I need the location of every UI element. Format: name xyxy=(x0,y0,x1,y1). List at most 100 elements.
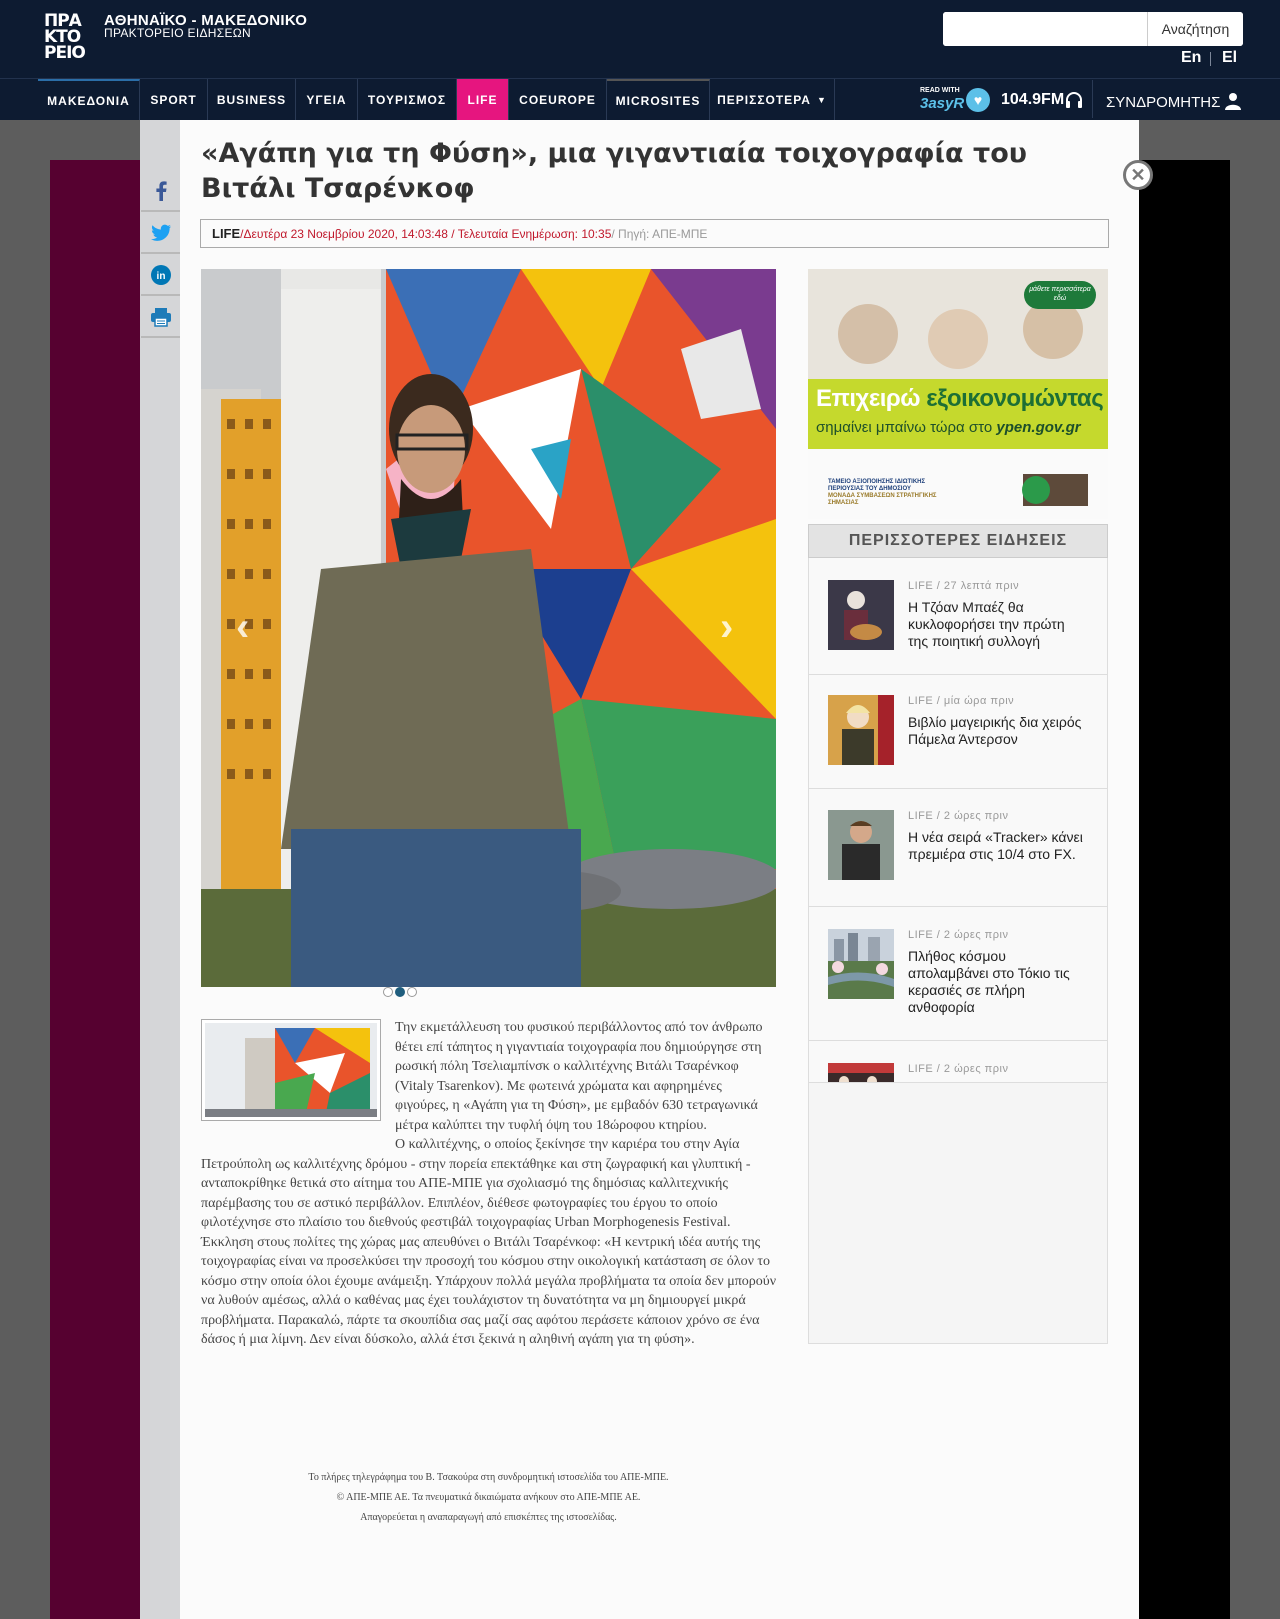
carousel-dot[interactable] xyxy=(407,987,417,997)
news-meta: LIFE / μία ώρα πριν xyxy=(908,695,1015,707)
news-thumbnail xyxy=(828,810,894,880)
carousel-dot[interactable] xyxy=(383,987,393,997)
nav-item-business[interactable]: BUSINESS xyxy=(208,79,296,120)
lang-en-link[interactable]: En xyxy=(1181,49,1201,67)
logo-line-3: ΡΕΙΟ xyxy=(44,43,86,63)
share-column xyxy=(140,120,180,1619)
more-news-list: LIFE / 27 λεπτά πριν Η Τζόαν Μπαέζ θα κυ… xyxy=(809,558,1107,1083)
ad-badge: μάθετε περισσότερα εδώ xyxy=(1029,286,1091,302)
print-button[interactable] xyxy=(141,298,180,338)
article-photo-carousel[interactable] xyxy=(201,269,776,987)
site-logo[interactable]: ΠΡΑ ΚΤΟ ΡΕΙΟ xyxy=(44,13,92,65)
article-body: Την εκμετάλλευση του φυσικού περιβάλλοντ… xyxy=(201,1018,779,1350)
left-skin-panel xyxy=(50,160,140,1619)
search-input[interactable] xyxy=(943,12,1148,46)
article-meta: LIFE /Δευτέρα 23 Νοεμβρίου 2020, 14:03:4… xyxy=(200,219,1109,248)
news-item[interactable]: LIFE / μία ώρα πριν Βιβλίο μαγειρικής δι… xyxy=(809,675,1107,789)
news-image-tokyo xyxy=(828,929,894,999)
nav-label: COEUROPE xyxy=(519,92,596,107)
site-header: ΠΡΑ ΚΤΟ ΡΕΙΟ ΑΘΗΝΑΪΚΟ - ΜΑΚΕΔΟΝΙΚΟ ΠΡΑΚΤ… xyxy=(0,0,1280,78)
facebook-icon xyxy=(155,181,167,201)
news-title[interactable]: Η νέα σειρά «Tracker» κάνει πρεμιέρα στι… xyxy=(908,829,1088,863)
nav-item-sport[interactable]: SPORT xyxy=(140,79,208,120)
article-source: / Πηγή: ΑΠΕ-ΜΠΕ xyxy=(611,226,708,241)
search-button[interactable]: Αναζήτηση xyxy=(1148,12,1243,46)
ad-fund-line: ΤΑΜΕΙΟ ΑΞΙΟΠΟΙΗΣΗΣ ΙΔΙΩΤΙΚΗΣ xyxy=(828,479,926,485)
share-twitter-button[interactable] xyxy=(141,214,180,254)
news-thumbnail xyxy=(828,1063,894,1082)
news-title[interactable]: Η Τζόαν Μπαέζ θα κυκλοφορήσει την πρώτη … xyxy=(908,599,1088,650)
article-paragraph-2: Ο καλλιτέχνης, ο οποίος ξεκίνησε την καρ… xyxy=(201,1137,751,1230)
ad-headline: Επιχειρώ εξοικονομώντας xyxy=(816,385,1104,413)
share-linkedin-button[interactable]: in xyxy=(141,256,180,296)
twitter-icon xyxy=(150,224,171,241)
float-spacer xyxy=(201,1018,395,1136)
nav-item-ygeia[interactable]: ΥΓΕΙΑ xyxy=(296,79,358,120)
nav-label: BUSINESS xyxy=(216,92,287,107)
nav-label: ΜΑΚΕΔΟΝΙΑ xyxy=(47,93,130,108)
news-image-tracker xyxy=(828,810,894,880)
subscribers-link[interactable]: ΣΥΝΔΡΟΜΗΤΗΣ xyxy=(1106,94,1220,111)
nav-item-makedonia[interactable]: ΜΑΚΕΔΟΝΙΑ xyxy=(38,79,140,120)
nav-item-microsites[interactable]: MICROSITES xyxy=(607,79,710,120)
caret-down-icon: ▼ xyxy=(816,94,827,105)
news-meta: LIFE / 2 ώρες πριν xyxy=(908,1063,1009,1075)
close-icon: ✕ xyxy=(1130,165,1146,185)
radio-link[interactable]: 104.9FM xyxy=(1001,91,1064,109)
news-image-partial xyxy=(828,1063,894,1082)
news-meta: LIFE / 2 ώρες πριν xyxy=(908,810,1009,822)
easyr-logo: 3asyR xyxy=(920,95,965,112)
carousel-prev-icon[interactable]: ‹ xyxy=(236,605,249,650)
ad-fund-line: ΣΗΜΑΣΙΑΣ xyxy=(828,500,859,506)
nav-label: ΥΓΕΙΑ xyxy=(306,92,347,107)
easyr-caption: READ WITH xyxy=(920,87,960,94)
brand-subtitle[interactable]: ΠΡΑΚΤΟΡΕΙΟ ΕΙΔΗΣΕΩΝ xyxy=(104,26,251,40)
ad-subline-b: ypen.gov.gr xyxy=(996,419,1081,436)
carousel-dot-active[interactable] xyxy=(395,987,405,997)
nav-item-more-dropdown[interactable]: ΠΕΡΙΣΣΟΤΕΡΑ ▼ xyxy=(710,79,835,120)
right-skin-panel xyxy=(1139,160,1230,1619)
ad-subline-a: σημαίνει μπαίνω τώρα στο xyxy=(816,419,993,436)
news-item[interactable]: LIFE / 27 λεπτά πριν Η Τζόαν Μπαέζ θα κυ… xyxy=(809,558,1107,675)
footer-note-2: © ΑΠΕ-ΜΠΕ ΑΕ. Τα πνευματικά δικαιώματα α… xyxy=(336,1492,641,1503)
news-item[interactable]: LIFE / 2 ώρες πριν xyxy=(809,1041,1107,1082)
lang-el-link[interactable]: El xyxy=(1222,49,1237,67)
ad-subline: σημαίνει μπαίνω τώρα στο ypen.gov.gr xyxy=(816,419,1081,436)
ad-headline-a: Επιχειρώ xyxy=(816,385,921,412)
nav-label: ΠΕΡΙΣΣΟΤΕΡΑ xyxy=(717,92,811,107)
carousel-indicators xyxy=(383,987,417,997)
share-facebook-button[interactable] xyxy=(141,172,180,212)
news-title[interactable]: Πλήθος κόσμου απολαμβάνει στο Τόκιο τις … xyxy=(908,948,1088,1016)
news-title[interactable]: Βιβλίο μαγειρικής δια χειρός Πάμελα Άντε… xyxy=(908,714,1088,748)
nav-item-life[interactable]: LIFE xyxy=(457,79,509,120)
footer-note-1: Το πλήρες τηλεγράφημα του Β. Τσακούρα στ… xyxy=(308,1472,669,1483)
nav-item-coeurope[interactable]: COEUROPE xyxy=(509,79,607,120)
linkedin-icon: in xyxy=(150,265,171,285)
nav-label: SPORT xyxy=(150,92,197,107)
ad-fund-line: ΜΟΝΑΔΑ ΣΥΜΒΑΣΕΩΝ ΣΤΡΑΤΗΓΙΚΗΣ xyxy=(828,493,937,499)
article-paragraph-3: Έκκληση στους πολίτες της χώρας μας απευ… xyxy=(201,1234,777,1348)
news-thumbnail xyxy=(828,695,894,765)
news-thumbnail xyxy=(828,929,894,999)
news-thumbnail xyxy=(828,580,894,650)
easyr-link[interactable]: READ WITH 3asyR ♥ xyxy=(920,84,990,114)
main-nav: ΜΑΚΕΔΟΝΙΑ SPORT BUSINESS ΥΓΕΙΑ ΤΟΥΡΙΣΜΟΣ… xyxy=(0,78,1280,120)
user-icon xyxy=(1225,93,1241,110)
article-category-link[interactable]: LIFE xyxy=(212,226,240,241)
news-meta: LIFE / 27 λεπτά πριν xyxy=(908,580,1020,592)
ad-headline-b: εξοικονομώντας xyxy=(926,385,1104,412)
article-title: «Αγάπη για τη Φύση», μια γιγαντιαία τοιχ… xyxy=(201,138,1027,204)
close-skin-button[interactable]: ✕ xyxy=(1123,160,1153,190)
article-photo xyxy=(201,269,776,987)
more-news-heading: ΠΕΡΙΣΣΟΤΕΡΕΣ ΕΙΔΗΣΕΙΣ xyxy=(808,524,1108,558)
sidebar-advertisement[interactable]: μάθετε περισσότερα εδώ Επιχειρώ εξοικονο… xyxy=(808,269,1108,519)
svg-text:in: in xyxy=(156,271,165,282)
news-item[interactable]: LIFE / 2 ώρες πριν Η νέα σειρά «Tracker»… xyxy=(809,789,1107,907)
nav-label: MICROSITES xyxy=(615,93,701,108)
carousel-next-icon[interactable]: › xyxy=(720,605,733,650)
ad-fund-line: ΠΕΡΙΟΥΣΙΑΣ ΤΟΥ ΔΗΜΟΣΙΟΥ xyxy=(828,486,911,492)
nav-item-tourismos[interactable]: ΤΟΥΡΙΣΜΟΣ xyxy=(358,79,457,120)
news-item[interactable]: LIFE / 2 ώρες πριν Πλήθος κόσμου απολαμβ… xyxy=(809,907,1107,1041)
article-date: /Δευτέρα 23 Νοεμβρίου 2020, 14:03:48 / Τ… xyxy=(240,226,612,241)
nav-divider xyxy=(1092,80,1093,118)
